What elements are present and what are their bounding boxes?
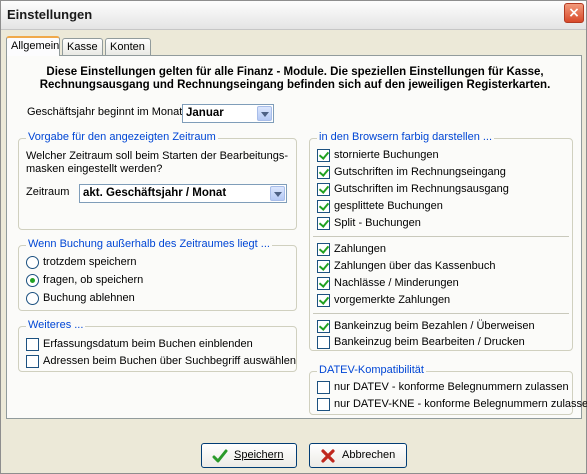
period-select-value: akt. Geschäftsjahr / Monat — [83, 187, 227, 199]
period-group-title: Vorgabe für den angezeigten Zeitraum — [26, 131, 218, 143]
checkbox-label: nur DATEV-KNE - konforme Belegnummern zu… — [334, 398, 587, 410]
close-icon[interactable]: × — [564, 3, 584, 23]
checkbox-gutschriften-eingang[interactable] — [317, 166, 330, 179]
fiscal-year-month-select[interactable]: Januar — [182, 104, 274, 123]
separator — [313, 236, 569, 237]
more-group: Weiteres ... Erfassungsdatum beim Buchen… — [18, 319, 297, 372]
checkbox-split-buchungen[interactable] — [317, 217, 330, 230]
cancel-button[interactable]: Abbrechen — [309, 443, 407, 468]
checkbox-label: Gutschriften im Rechnungsausgang — [334, 183, 509, 195]
chevron-down-icon[interactable] — [270, 186, 285, 201]
checkbox-erfassungsdatum[interactable] — [26, 338, 39, 351]
checkbox-label: Gutschriften im Rechnungseingang — [334, 166, 506, 178]
intro-text: Diese Einstellungen gelten für alle Fina… — [7, 66, 583, 92]
checkbox-label: Bankeinzug beim Bezahlen / Überweisen — [334, 320, 535, 332]
save-button-label: Speichern — [234, 449, 284, 461]
checkbox-label: Adressen beim Buchen über Suchbegriff au… — [43, 355, 296, 367]
checkbox-gutschriften-ausgang[interactable] — [317, 183, 330, 196]
intro-line-2: Rechnungsausgang und Rechnungseingang be… — [39, 79, 551, 91]
period-question-line-1: Welcher Zeitraum soll beim Starten der B… — [26, 150, 289, 162]
checkbox-label: Zahlungen über das Kassenbuch — [334, 260, 496, 272]
tab-kasse[interactable]: Kasse — [62, 38, 103, 55]
cancel-button-label: Abbrechen — [342, 449, 396, 461]
intro-line-1: Diese Einstellungen gelten für alle Fina… — [46, 66, 544, 78]
checkbox-gesplittete-buchungen[interactable] — [317, 200, 330, 213]
window-title: Einstellungen — [7, 7, 93, 22]
settings-dialog: Einstellungen × Allgemein Kasse Konten D… — [0, 0, 587, 474]
checkbox-label: vorgemerkte Zahlungen — [334, 294, 451, 306]
tab-panel-allgemein: Diese Einstellungen gelten für alle Fina… — [6, 55, 587, 419]
chevron-down-icon[interactable] — [257, 106, 272, 121]
period-select[interactable]: akt. Geschäftsjahr / Monat — [79, 184, 287, 203]
tab-allgemein[interactable]: Allgemein — [6, 36, 60, 56]
tab-konten[interactable]: Konten — [105, 38, 151, 55]
period-group: Vorgabe für den angezeigten Zeitraum Wel… — [18, 131, 297, 230]
browser-colors-group-title: in den Browsern farbig darstellen ... — [317, 131, 495, 143]
more-group-title: Weiteres ... — [26, 319, 86, 331]
radio-label: trotzdem speichern — [43, 256, 137, 268]
title-bar: Einstellungen × — [1, 1, 586, 30]
radio-trotzdem-speichern[interactable] — [26, 256, 39, 269]
radio-label: Buchung ablehnen — [43, 292, 135, 304]
checkbox-label: Nachlässe / Minderungen — [334, 277, 459, 289]
checkbox-datev-kne-belegnummern[interactable] — [317, 398, 330, 411]
save-button[interactable]: Speichern — [201, 443, 297, 468]
period-question-line-2: masken eingestellt werden? — [26, 163, 163, 175]
checkmark-icon — [212, 449, 228, 463]
radio-fragen-ob-speichern[interactable] — [26, 274, 39, 287]
browser-colors-group: in den Browsern farbig darstellen ... st… — [309, 131, 573, 351]
checkbox-stornierte-buchungen[interactable] — [317, 149, 330, 162]
datev-group: DATEV-Kompatibilität nur DATEV - konform… — [309, 364, 587, 415]
checkbox-label: Zahlungen — [334, 243, 386, 255]
checkbox-bankeinzug-bearbeiten[interactable] — [317, 336, 330, 349]
fiscal-year-month-value: Januar — [186, 107, 224, 119]
datev-group-title: DATEV-Kompatibilität — [317, 364, 426, 376]
checkbox-label: Erfassungsdatum beim Buchen einblenden — [43, 338, 253, 350]
outside-period-group-title: Wenn Buchung außerhalb des Zeitraumes li… — [26, 238, 272, 250]
checkbox-vorgemerkte-zahlungen[interactable] — [317, 294, 330, 307]
checkbox-zahlungen-kassenbuch[interactable] — [317, 260, 330, 273]
checkbox-label: nur DATEV - konforme Belegnummern zulass… — [334, 381, 569, 393]
outside-period-group: Wenn Buchung außerhalb des Zeitraumes li… — [18, 238, 297, 311]
fiscal-year-label: Geschäftsjahr beginnt im Monat — [27, 106, 183, 118]
checkbox-label: Split - Buchungen — [334, 217, 421, 229]
radio-label: fragen, ob speichern — [43, 274, 144, 286]
checkbox-datev-belegnummern[interactable] — [317, 381, 330, 394]
checkbox-bankeinzug-bezahlen[interactable] — [317, 320, 330, 333]
checkbox-label: stornierte Buchungen — [334, 149, 439, 161]
x-icon — [321, 449, 335, 463]
checkbox-zahlungen[interactable] — [317, 243, 330, 256]
checkbox-label: gesplittete Buchungen — [334, 200, 443, 212]
checkbox-label: Bankeinzug beim Bearbeiten / Drucken — [334, 336, 525, 348]
checkbox-nachlaesse[interactable] — [317, 277, 330, 290]
checkbox-adressen-suchbegriff[interactable] — [26, 355, 39, 368]
period-combo-label: Zeitraum — [26, 186, 70, 198]
separator — [313, 313, 569, 314]
radio-buchung-ablehnen[interactable] — [26, 292, 39, 305]
